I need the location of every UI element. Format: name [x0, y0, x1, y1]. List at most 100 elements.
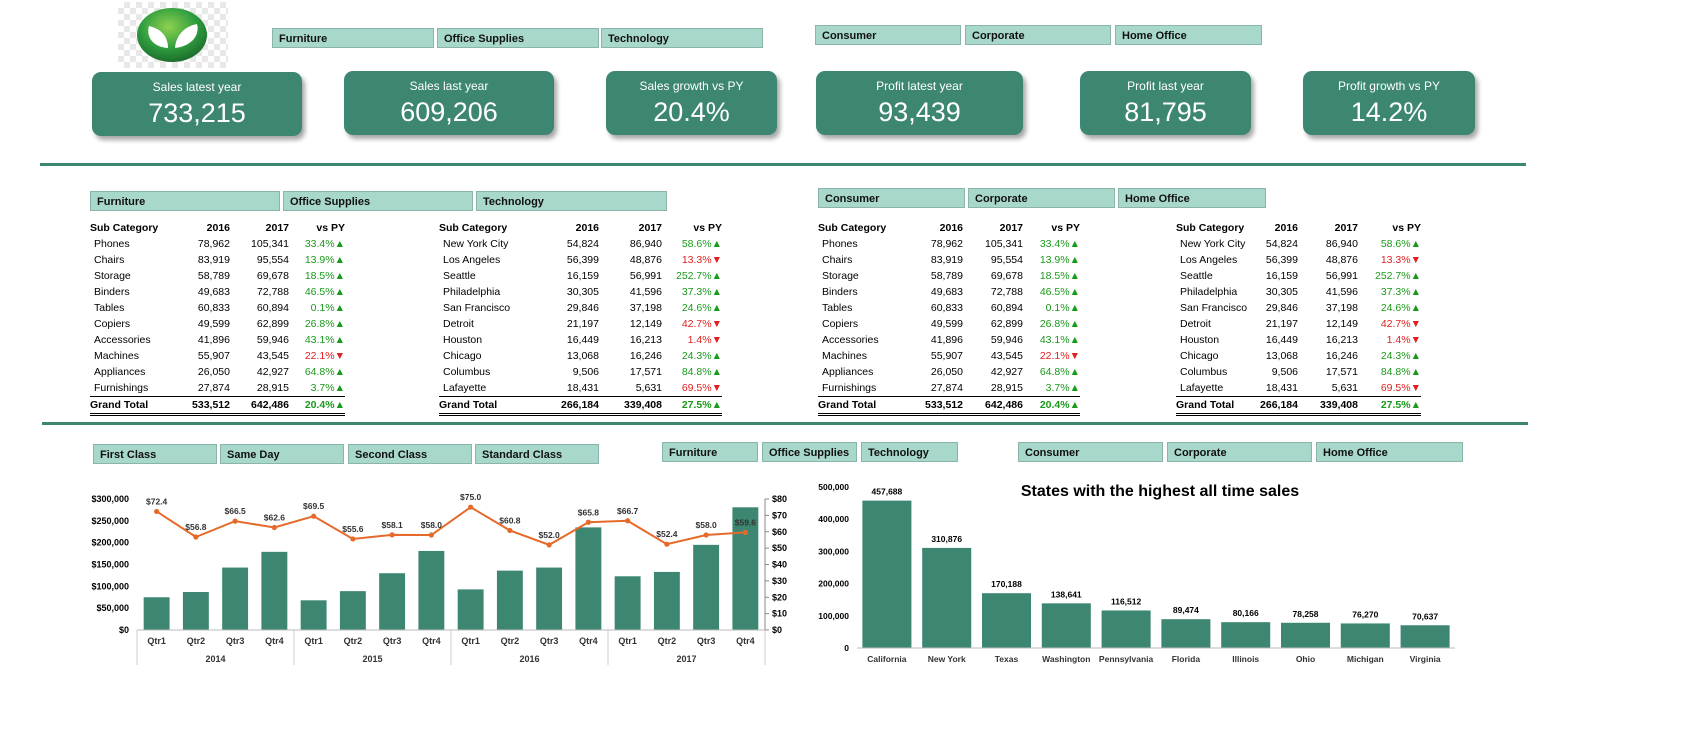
y2-tick-label: $0	[772, 625, 782, 635]
change-value: 24.3%▲	[1380, 350, 1421, 362]
slicer-category-technology[interactable]: Technology	[861, 442, 958, 462]
slicer-category-office-supplies[interactable]: Office Supplies	[762, 442, 857, 462]
slicer-ship-same-day[interactable]: Same Day	[220, 444, 344, 464]
slicer-segment-corporate[interactable]: Corporate	[968, 188, 1115, 208]
divider	[42, 422, 1528, 425]
slicer-segment-consumer[interactable]: Consumer	[815, 25, 961, 45]
line-data-label: $58.0	[421, 520, 443, 530]
row-label: New York City	[443, 238, 509, 250]
slicer-category-office-supplies[interactable]: Office Supplies	[283, 191, 473, 211]
line-data-label: $75.0	[460, 492, 482, 502]
cell-value: 27.5%▲	[662, 396, 722, 416]
cell-value: 56,399	[566, 254, 599, 266]
slicer-category-technology[interactable]: Technology	[476, 191, 667, 211]
slicer-category-furniture[interactable]: Furniture	[662, 442, 758, 462]
cell-value: 54,824	[1265, 238, 1298, 250]
table-row: San Francisco 29,846 37,198 24.6%▲	[439, 300, 722, 316]
table-row: Houston 16,449 16,213 1.4%▼	[1176, 332, 1421, 348]
kpi-sales-latest-year: Sales latest year 733,215	[92, 72, 302, 136]
data-label: 310,876	[931, 534, 962, 544]
cell-value: 30,305	[566, 286, 599, 298]
grand-total-row: Grand Total 266,184 339,408 27.5%▲	[439, 396, 722, 416]
row-label: Chairs	[94, 254, 125, 266]
data-label: 70,637	[1412, 611, 1438, 621]
slicer-segment-home-office[interactable]: Home Office	[1118, 188, 1266, 208]
cell-value: 28,915	[990, 382, 1023, 394]
x-tick-label: Florida	[1172, 654, 1201, 664]
table-row: Accessories 41,896 59,946 43.1%▲	[818, 332, 1080, 348]
row-label: Houston	[1180, 334, 1220, 346]
slicer-segment-home-office[interactable]: Home Office	[1115, 25, 1262, 45]
slicer-ship-standard-class[interactable]: Standard Class	[475, 444, 599, 464]
y-tick-label: 500,000	[818, 482, 849, 492]
cell-value: 60,833	[930, 302, 963, 314]
cell-value: 20.4%▲	[1023, 396, 1080, 416]
data-label: 116,512	[1111, 596, 1142, 606]
slicer-ship-first-class[interactable]: First Class	[93, 444, 217, 464]
x-tick-label: Qtr2	[344, 636, 363, 646]
y-tick-label: $150,000	[91, 560, 129, 570]
slicer-segment-home-office[interactable]: Home Office	[1316, 442, 1463, 462]
change-value: 58.6%▲	[1380, 238, 1421, 250]
kpi-sales-growth: Sales growth vs PY 20.4%	[606, 71, 777, 135]
cell-value: 78,962	[197, 238, 230, 250]
column-header: vs PY	[316, 222, 345, 234]
change-value: 13.3%▼	[1380, 254, 1421, 266]
slicer-ship-second-class[interactable]: Second Class	[348, 444, 472, 464]
bar	[1221, 622, 1271, 648]
cell-value: 78,962	[930, 238, 963, 250]
kpi-title: Profit last year	[1127, 79, 1204, 93]
table-row: Accessories 41,896 59,946 43.1%▲	[90, 332, 345, 348]
slicer-category-technology[interactable]: Technology	[601, 28, 763, 48]
row-label: Los Angeles	[1180, 254, 1238, 266]
cell-value: 55,907	[930, 350, 963, 362]
row-label: Tables	[822, 302, 853, 314]
row-label: Chicago	[443, 350, 482, 362]
cell-value: 27.5%▲	[1358, 396, 1421, 416]
change-value: 1.4%▼	[1386, 334, 1421, 346]
cell-value: 43,545	[990, 350, 1023, 362]
bar	[261, 551, 288, 630]
cell-value: 5,631	[635, 382, 662, 394]
row-label: Seattle	[443, 270, 476, 282]
slicer-category-furniture[interactable]: Furniture	[272, 28, 434, 48]
x-tick-label: Qtr2	[187, 636, 206, 646]
cell-value: 41,896	[197, 334, 230, 346]
row-label: Grand Total	[439, 396, 535, 416]
slicer-segment-corporate[interactable]: Corporate	[1167, 442, 1312, 462]
change-value: 0.1%▲	[1045, 302, 1080, 314]
column-header: vs PY	[1392, 222, 1421, 234]
change-value: 33.4%▲	[304, 238, 345, 250]
change-value: 43.1%▲	[1039, 334, 1080, 346]
cell-value: 26,050	[930, 366, 963, 378]
data-label: 170,188	[991, 579, 1022, 589]
row-label: Lafayette	[443, 382, 487, 394]
line-point	[585, 519, 591, 525]
data-label: 76,270	[1352, 609, 1378, 619]
slicer-category-furniture[interactable]: Furniture	[90, 191, 280, 211]
cell-value: 49,683	[197, 286, 230, 298]
cell-value: 16,246	[629, 350, 662, 362]
bar	[418, 550, 445, 630]
kpi-title: Sales last year	[409, 79, 489, 93]
slicer-segment-corporate[interactable]: Corporate	[965, 25, 1111, 45]
table-row: Tables 60,833 60,894 0.1%▲	[90, 300, 345, 316]
x-tick-label: Qtr1	[618, 636, 637, 646]
table-row: Appliances 26,050 42,927 64.8%▲	[818, 364, 1080, 380]
table-body: New York City 54,824 86,940 58.6%▲ Los Angel…	[1176, 236, 1421, 416]
slicer-category-office-supplies[interactable]: Office Supplies	[437, 28, 599, 48]
slicer-segment-consumer[interactable]: Consumer	[818, 188, 965, 208]
x-tick-label: Virginia	[1410, 654, 1441, 664]
cell-value: 16,159	[1265, 270, 1298, 282]
cell-value: 266,184	[1254, 396, 1298, 416]
bar	[457, 589, 484, 630]
slicer-segment-consumer[interactable]: Consumer	[1018, 442, 1163, 462]
cell-value: 13,068	[1265, 350, 1298, 362]
table-row: Copiers 49,599 62,899 26.8%▲	[818, 316, 1080, 332]
bar	[1400, 625, 1450, 648]
change-value: 42.7%▼	[681, 318, 722, 330]
row-label: San Francisco	[443, 302, 511, 314]
kpi-title: Sales growth vs PY	[639, 79, 744, 93]
change-value: 64.8%▲	[1039, 366, 1080, 378]
x-tick-label: Qtr1	[304, 636, 323, 646]
